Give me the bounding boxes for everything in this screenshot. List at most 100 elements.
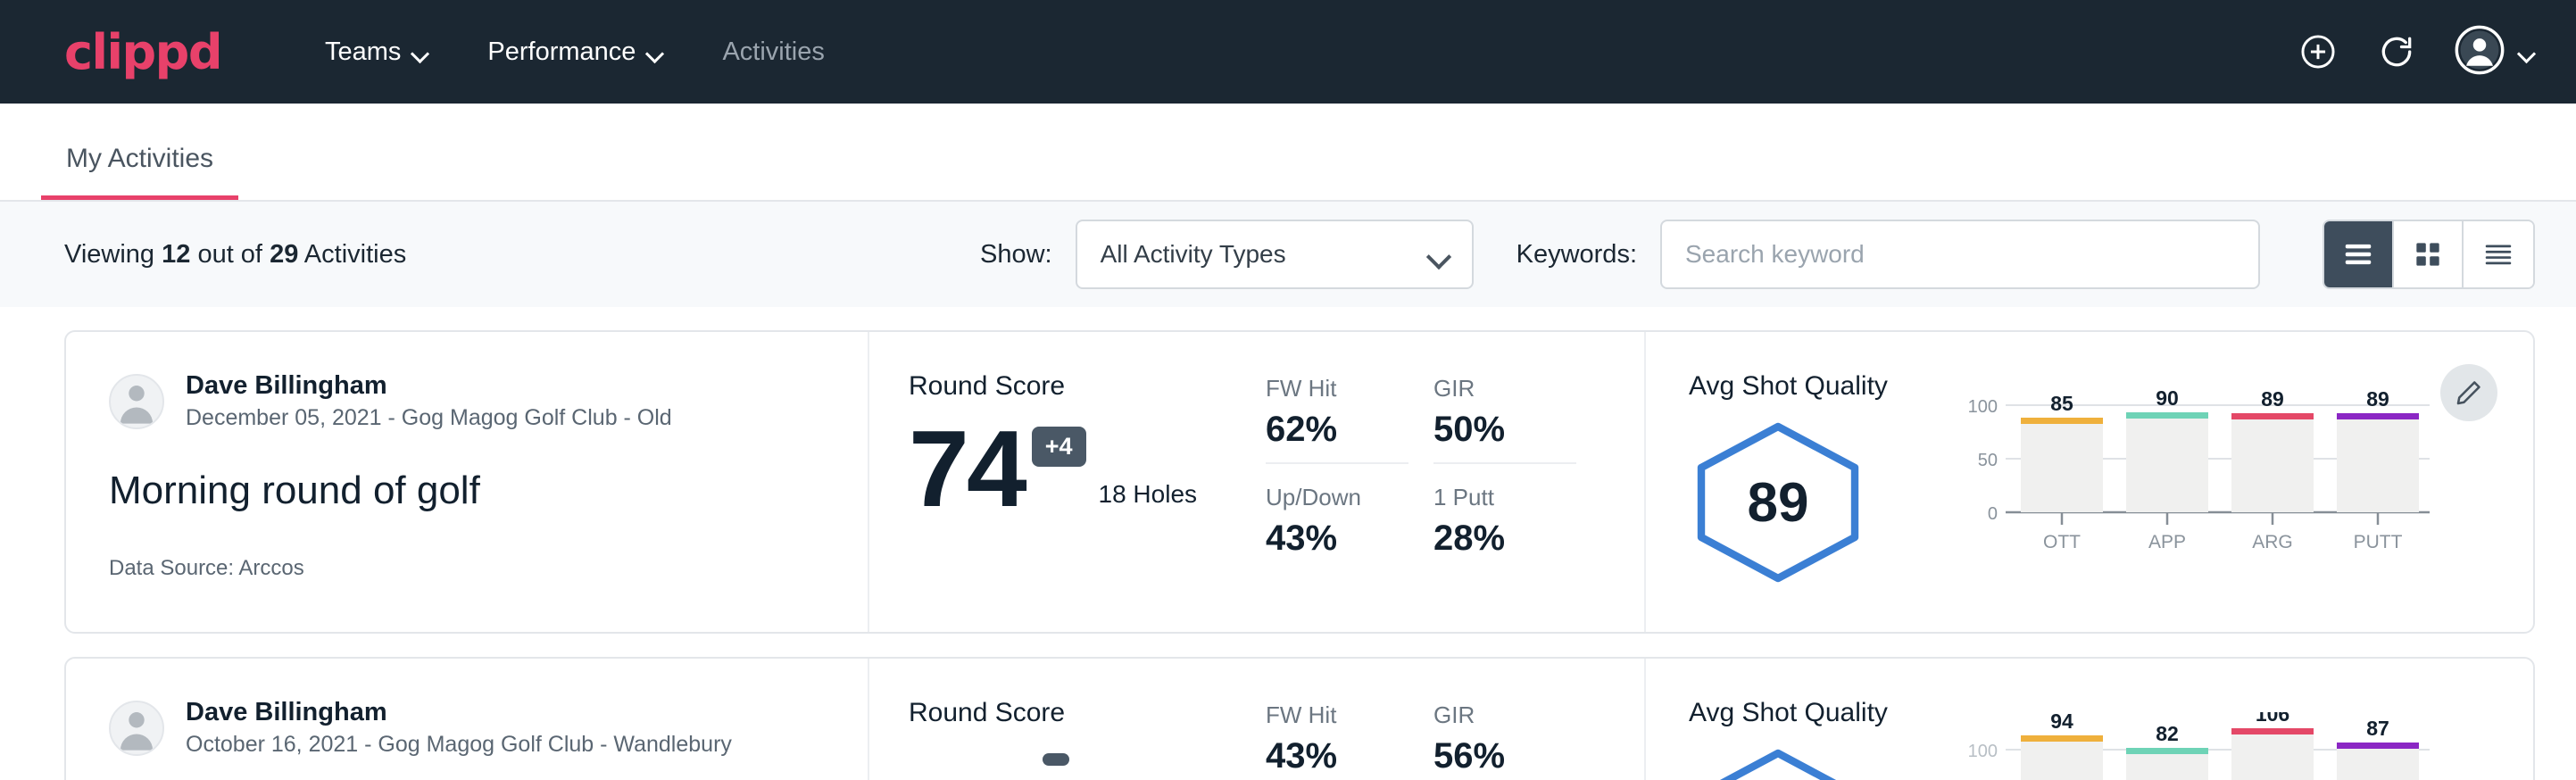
stat-gir: GIR 50%	[1433, 375, 1576, 464]
stat-gir: GIR 56%	[1433, 701, 1576, 780]
shot-quality-summary: Avg Shot Quality	[1689, 698, 1957, 780]
stat-label: GIR	[1433, 701, 1576, 729]
round-score-row	[909, 744, 1266, 766]
viewing-prefix: Viewing	[64, 240, 154, 269]
viewing-summary: Viewing 12 out of 29 Activities	[64, 240, 406, 270]
svg-text:0: 0	[1988, 504, 1998, 524]
round-stats-grid: FW Hit 43% GIR 56%	[1266, 701, 1576, 780]
stat-fw-hit: FW Hit 62%	[1266, 375, 1408, 464]
svg-text:100: 100	[1968, 397, 1998, 417]
app-logo[interactable]: clippd	[64, 24, 221, 80]
stat-value: 28%	[1433, 519, 1576, 559]
svg-text:100: 100	[1968, 742, 1998, 761]
shot-quality-summary: Avg Shot Quality 89	[1689, 371, 1957, 632]
nav-item-teams[interactable]: Teams	[325, 37, 428, 67]
compact-view-button[interactable]	[2464, 221, 2533, 287]
shot-quality-hexagon: 89	[1689, 421, 1867, 584]
viewing-count: 12	[162, 240, 190, 269]
shot-quality-section: Avg Shot Quality 100 94 82	[1646, 659, 2533, 780]
svg-text:89: 89	[2261, 387, 2284, 411]
author-name: Dave Billingham	[186, 698, 732, 727]
svg-text:94: 94	[2050, 712, 2073, 733]
stat-label: Up/Down	[1266, 484, 1408, 511]
activity-author: Dave Billingham December 05, 2021 - Gog …	[109, 371, 825, 431]
stat-label: FW Hit	[1266, 375, 1408, 402]
nav-item-performance[interactable]: Performance	[487, 37, 663, 67]
top-bar-actions	[2298, 25, 2535, 79]
activity-card-list: Dave Billingham December 05, 2021 - Gog …	[0, 307, 2576, 780]
shot-quality-hexagon	[1689, 748, 1867, 780]
show-label: Show:	[980, 240, 1052, 270]
keywords-label: Keywords:	[1517, 240, 1637, 270]
activity-meta: October 16, 2021 - Gog Magog Golf Club -…	[186, 732, 732, 758]
chevron-down-icon	[1429, 248, 1449, 261]
chevron-down-icon	[412, 47, 428, 56]
add-button[interactable]	[2298, 31, 2339, 72]
svg-text:50: 50	[1978, 451, 1998, 470]
toolbar-filters: Show: All Activity Types Keywords:	[980, 220, 2535, 289]
svg-text:87: 87	[2366, 717, 2389, 740]
avatar-icon	[2455, 25, 2505, 79]
svg-text:89: 89	[2366, 387, 2389, 411]
refresh-button[interactable]	[2376, 31, 2417, 72]
activity-card[interactable]: Dave Billingham October 16, 2021 - Gog M…	[64, 657, 2535, 780]
activity-summary: Dave Billingham October 16, 2021 - Gog M…	[66, 659, 869, 780]
activity-type-select[interactable]: All Activity Types	[1076, 220, 1474, 289]
round-stats-grid: FW Hit 62% GIR 50% Up/Down 43% 1 Putt 28…	[1266, 375, 1576, 632]
tab-strip: My Activities	[0, 104, 2576, 202]
viewing-suffix: Activities	[304, 240, 406, 269]
edit-activity-button[interactable]	[2440, 364, 2497, 421]
svg-text:ARG: ARG	[2252, 532, 2293, 552]
activity-scores: Round Score 74 +4 18 Holes FW Hit 62% GI…	[869, 332, 1646, 632]
activity-scores: Round Score FW Hit 43% GIR 56%	[869, 659, 1646, 780]
top-navigation-bar: clippd Teams Performance Activities	[0, 0, 2576, 104]
shot-quality-value: 89	[1748, 471, 1809, 535]
activity-meta: December 05, 2021 - Gog Magog Golf Club …	[186, 405, 672, 431]
avatar	[109, 374, 164, 429]
shot-quality-label: Avg Shot Quality	[1689, 371, 1957, 402]
nav-item-activities[interactable]: Activities	[722, 37, 824, 67]
shot-quality-chart: 100 50 0 85 90 89 89	[1957, 371, 2494, 632]
activity-author: Dave Billingham October 16, 2021 - Gog M…	[109, 698, 825, 758]
list-view-button[interactable]	[2324, 221, 2394, 287]
svg-text:85: 85	[2050, 392, 2073, 415]
chevron-down-icon	[647, 47, 663, 56]
viewing-total: 29	[270, 240, 298, 269]
activity-type-value: All Activity Types	[1101, 240, 1286, 269]
avatar	[109, 701, 164, 756]
svg-text:APP: APP	[2148, 532, 2186, 552]
stat-label: FW Hit	[1266, 701, 1408, 729]
grid-view-button[interactable]	[2394, 221, 2464, 287]
stat-one-putt: 1 Putt 28%	[1433, 484, 1576, 571]
nav-item-label: Teams	[325, 37, 401, 67]
stat-label: 1 Putt	[1433, 484, 1576, 511]
viewing-mid: out of	[197, 240, 262, 269]
nav-item-label: Performance	[487, 37, 636, 67]
round-score-block: Round Score 74 +4 18 Holes	[909, 371, 1266, 632]
round-score-label: Round Score	[909, 371, 1266, 402]
round-score-row: 74 +4 18 Holes	[909, 418, 1266, 521]
user-menu[interactable]	[2455, 25, 2535, 79]
svg-text:PUTT: PUTT	[2354, 532, 2403, 552]
stat-label: GIR	[1433, 375, 1576, 402]
activity-card[interactable]: Dave Billingham December 05, 2021 - Gog …	[64, 330, 2535, 634]
main-nav: Teams Performance Activities	[325, 37, 825, 67]
stat-value: 56%	[1433, 736, 1576, 776]
round-score-block: Round Score	[909, 698, 1266, 780]
shot-quality-label: Avg Shot Quality	[1689, 698, 1957, 728]
tab-my-activities[interactable]: My Activities	[41, 144, 238, 200]
stat-value: 43%	[1266, 519, 1408, 559]
stat-value: 50%	[1433, 410, 1576, 450]
stat-value: 43%	[1266, 736, 1408, 776]
score-delta-badge	[1043, 753, 1069, 766]
svg-text:106: 106	[2256, 712, 2289, 726]
activity-title: Morning round of golf	[109, 469, 825, 513]
stat-fw-hit: FW Hit 43%	[1266, 701, 1408, 780]
activities-toolbar: Viewing 12 out of 29 Activities Show: Al…	[0, 202, 2576, 307]
svg-text:90: 90	[2156, 386, 2179, 410]
search-input[interactable]	[1660, 220, 2260, 289]
round-score-value: 74	[909, 418, 1025, 521]
activity-data-source: Data Source: Arccos	[109, 556, 825, 581]
view-toggle-group	[2323, 220, 2535, 289]
svg-text:82: 82	[2156, 722, 2179, 745]
